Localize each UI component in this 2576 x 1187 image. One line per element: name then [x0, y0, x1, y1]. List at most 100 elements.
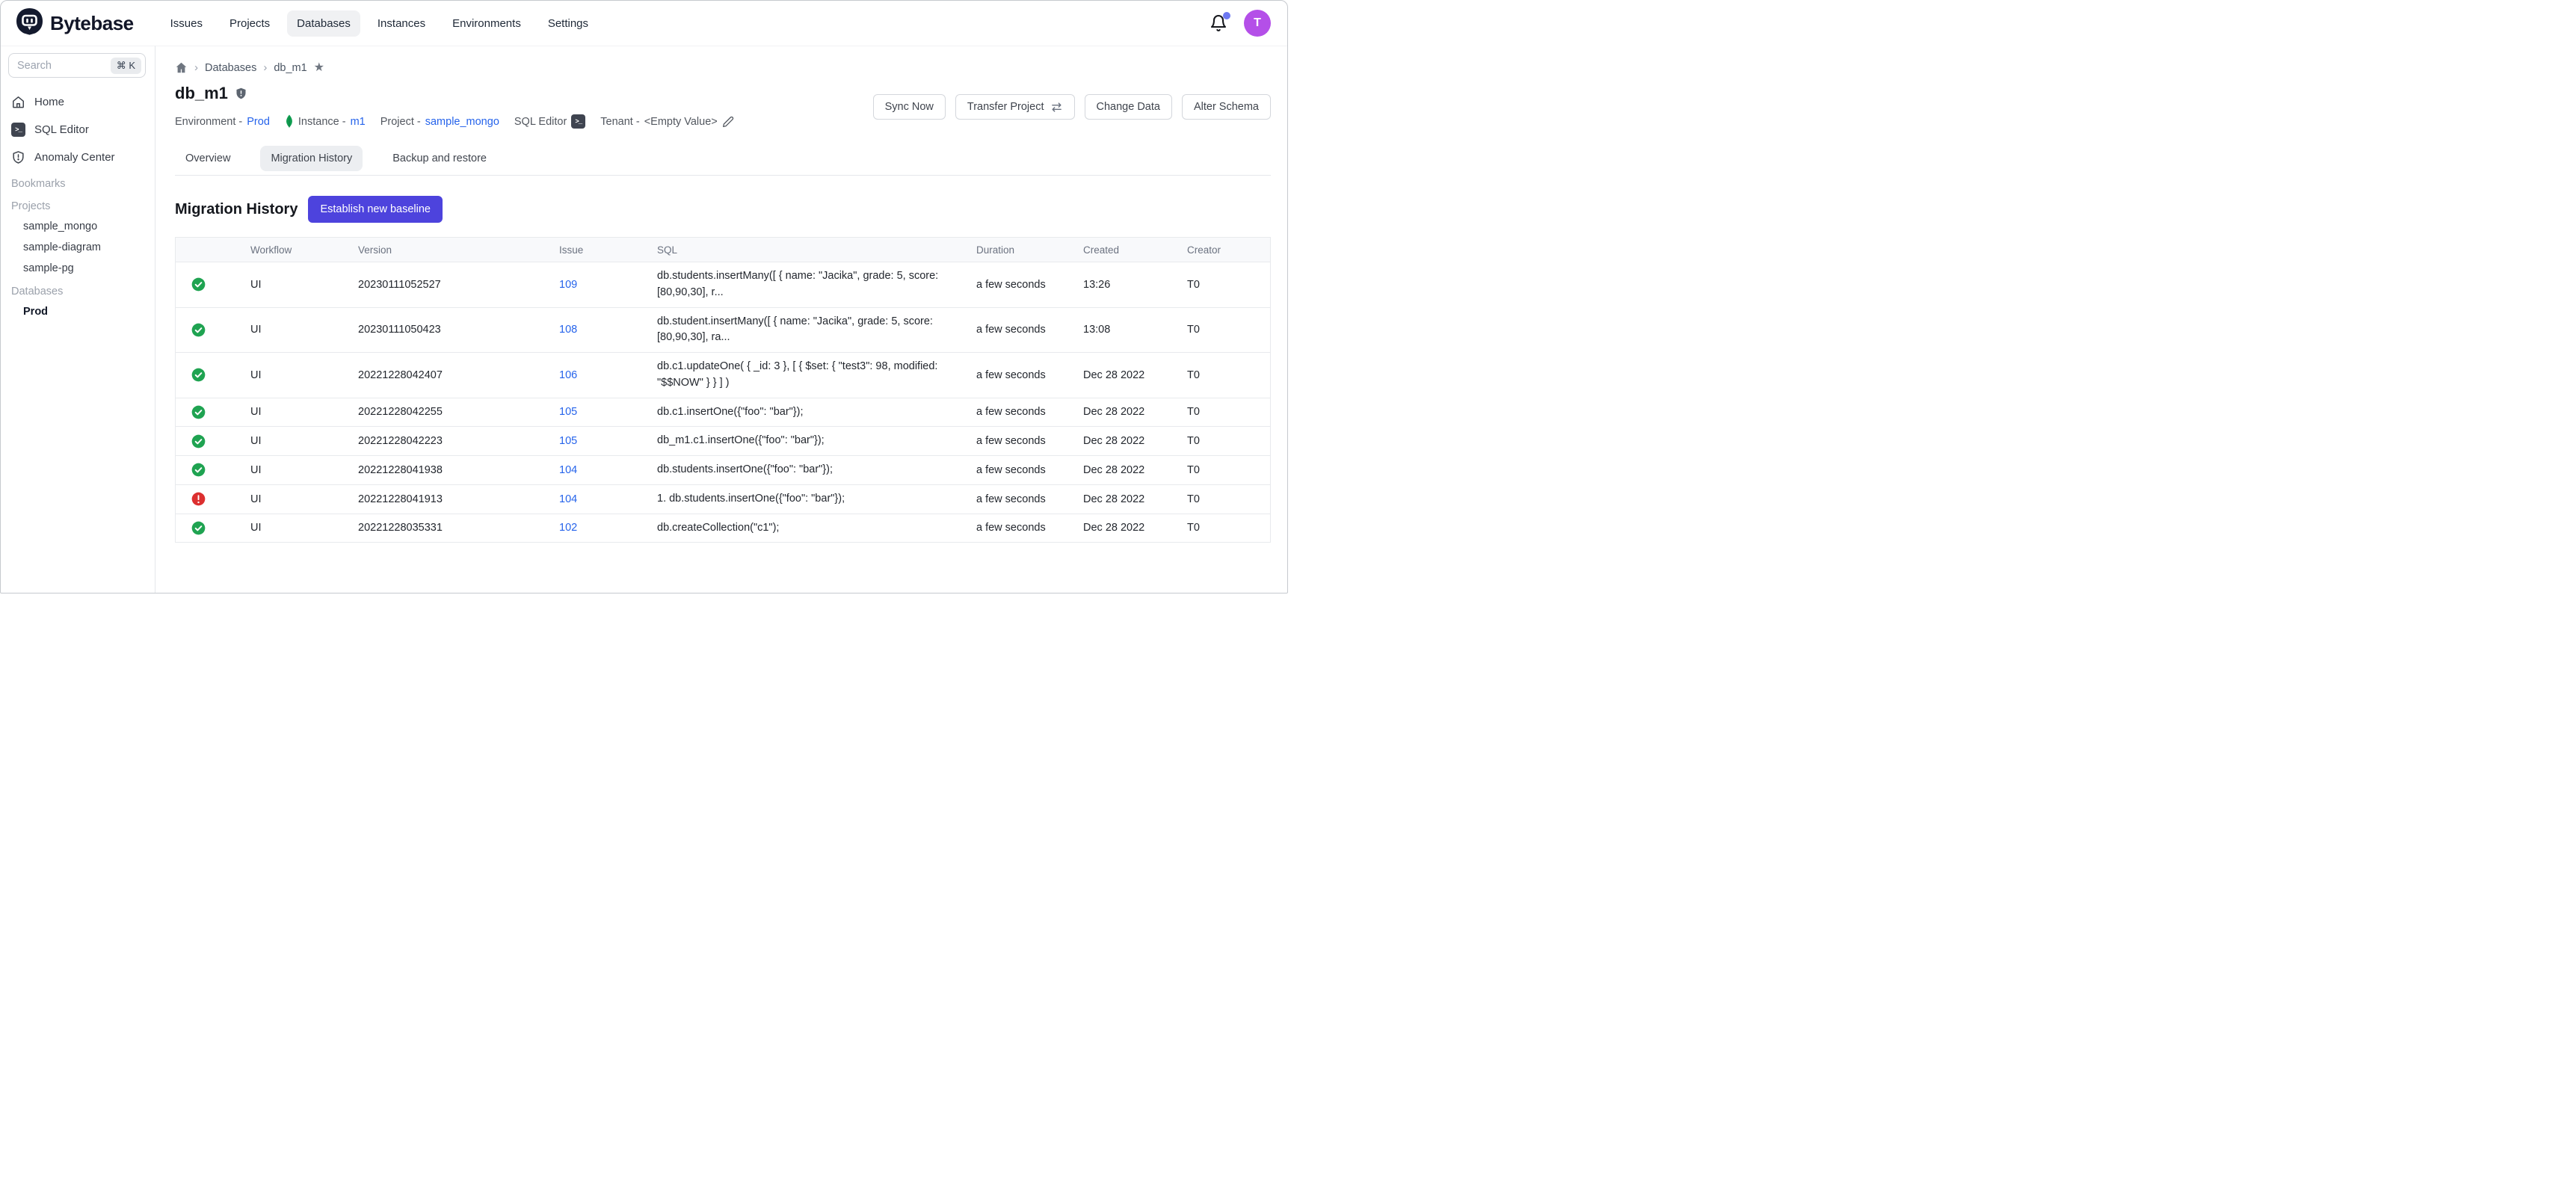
sql-cell: db.c1.updateOne( { _id: 3 }, [ { $set: {…: [657, 353, 976, 398]
table-row[interactable]: UI20221228042255105db.c1.insertOne({"foo…: [176, 398, 1270, 428]
issue-cell: 109: [559, 273, 657, 297]
table-row[interactable]: UI20221228042407106 db.c1.updateOne( { _i…: [176, 353, 1270, 398]
workflow-cell: UI: [250, 363, 358, 387]
notification-dot: [1223, 12, 1230, 19]
check-icon: [191, 323, 206, 337]
sync-now-button[interactable]: Sync Now: [873, 94, 946, 120]
establish-baseline-button[interactable]: Establish new baseline: [308, 196, 443, 223]
bookmark-star-icon[interactable]: ★: [314, 62, 324, 74]
sidebar-item-prod[interactable]: Prod: [1, 301, 155, 322]
sql-cell: 1. db.students.insertOne({"foo": "bar"})…: [657, 485, 976, 514]
col-header-version: Version: [358, 244, 559, 256]
creator-cell: T0: [1187, 273, 1270, 297]
notification-bell-icon[interactable]: [1210, 14, 1227, 32]
tab-backup-and-restore[interactable]: Backup and restore: [382, 146, 497, 171]
table-row[interactable]: UI202212280419131041. db.students.insert…: [176, 485, 1270, 514]
table-row[interactable]: UI20221228035331102db.createCollection("…: [176, 514, 1270, 543]
breadcrumb-databases[interactable]: Databases: [205, 62, 256, 74]
meta-link-sample-mongo[interactable]: sample_mongo: [425, 116, 499, 128]
meta-tenant: Tenant - <Empty Value>: [600, 116, 733, 128]
workflow-cell: UI: [250, 516, 358, 540]
transfer-project-button[interactable]: Transfer Project: [955, 94, 1075, 120]
issue-link[interactable]: 106: [559, 369, 577, 381]
sidebar-item-label: Home: [34, 96, 64, 108]
table-row[interactable]: UI20221228042223105db_m1.c1.insertOne({"…: [176, 427, 1270, 456]
tab-bar: Overview Migration History Backup and rest…: [175, 146, 1271, 176]
breadcrumb-db-m1[interactable]: db_m1: [274, 62, 306, 74]
tab-migration-history[interactable]: Migration History: [260, 146, 363, 171]
table-row[interactable]: UI20230111050423108db.student.insertMany…: [176, 308, 1270, 354]
sidebar-item-anomaly-center[interactable]: Anomaly Center: [1, 144, 155, 171]
col-header-sql: SQL: [657, 244, 976, 256]
duration-cell: a few seconds: [976, 458, 1083, 482]
topnav-item-databases[interactable]: Databases: [287, 10, 360, 37]
issue-link[interactable]: 105: [559, 406, 577, 418]
created-cell: Dec 28 2022: [1083, 516, 1187, 540]
issue-link[interactable]: 104: [559, 493, 577, 505]
creator-cell: T0: [1187, 487, 1270, 511]
table-row[interactable]: UI20221228041938104db.students.insertOne…: [176, 456, 1270, 485]
col-header-creator: Creator: [1187, 244, 1270, 256]
sql-cell: db.students.insertOne({"foo": "bar"});: [657, 456, 976, 484]
sidebar: ⌘ K Home>_SQL EditorAnomaly Center Bookm…: [1, 46, 155, 593]
duration-cell: a few seconds: [976, 400, 1083, 424]
button-label: Sync Now: [885, 101, 934, 113]
breadcrumb: › Databases › db_m1 ★: [175, 61, 1271, 74]
sql-editor-icon[interactable]: >_: [571, 114, 585, 129]
topnav-item-issues[interactable]: Issues: [161, 10, 212, 37]
topnav-item-settings[interactable]: Settings: [538, 10, 598, 37]
meta-label: Tenant -: [600, 116, 639, 128]
issue-link[interactable]: 109: [559, 279, 577, 291]
workflow-cell: UI: [250, 487, 358, 511]
meta-label: Environment -: [175, 116, 242, 128]
sidebar-item-sample-diagram[interactable]: sample-diagram: [1, 237, 155, 258]
status-cell: [176, 399, 250, 425]
creator-cell: T0: [1187, 400, 1270, 424]
meta-link-m1[interactable]: m1: [351, 116, 366, 128]
change-data-button[interactable]: Change Data: [1085, 94, 1172, 120]
button-label: Transfer Project: [967, 101, 1044, 113]
header-left: db_m1 Environment -ProdInstance -m1Proje…: [175, 84, 734, 129]
check-icon: [191, 434, 206, 448]
meta-link-prod[interactable]: Prod: [247, 116, 270, 128]
col-header-created: Created: [1083, 244, 1187, 256]
sql-cell: db_m1.c1.insertOne({"foo": "bar"});: [657, 427, 976, 455]
version-cell: 20221228042407: [358, 363, 559, 387]
meta-label: Instance -: [298, 116, 346, 128]
status-cell: [176, 362, 250, 388]
pencil-icon[interactable]: [722, 116, 734, 128]
alter-schema-button[interactable]: Alter Schema: [1182, 94, 1271, 120]
duration-cell: a few seconds: [976, 363, 1083, 387]
sidebar-item-sql-editor[interactable]: >_SQL Editor: [1, 116, 155, 144]
tab-overview[interactable]: Overview: [175, 146, 241, 171]
col-header-duration: Duration: [976, 244, 1083, 256]
breadcrumb-separator: ›: [263, 61, 267, 74]
bytebase-logo-icon: [16, 7, 43, 39]
meta-label: SQL Editor: [514, 116, 567, 128]
sidebar-item-sample-pg[interactable]: sample-pg: [1, 258, 155, 279]
status-cell: [176, 486, 250, 512]
issue-cell: 105: [559, 429, 657, 453]
shield-icon: [11, 150, 25, 164]
search-box[interactable]: ⌘ K: [8, 53, 146, 78]
bytebase-logo[interactable]: Bytebase: [16, 7, 134, 39]
sidebar-item-label: SQL Editor: [34, 123, 89, 136]
sql-cell: db.createCollection("c1");: [657, 514, 976, 543]
topnav-item-instances[interactable]: Instances: [368, 10, 435, 37]
sidebar-item-sample-mongo[interactable]: sample_mongo: [1, 216, 155, 237]
topnav-item-environments[interactable]: Environments: [443, 10, 531, 37]
issue-link[interactable]: 104: [559, 464, 577, 476]
topnav-item-projects[interactable]: Projects: [220, 10, 280, 37]
duration-cell: a few seconds: [976, 516, 1083, 540]
issue-link[interactable]: 108: [559, 324, 577, 336]
workflow-cell: UI: [250, 273, 358, 297]
avatar[interactable]: T: [1244, 10, 1271, 37]
issue-link[interactable]: 105: [559, 435, 577, 447]
issue-link[interactable]: 102: [559, 522, 577, 534]
search-input[interactable]: [17, 60, 111, 72]
meta-label: Project -: [380, 116, 421, 128]
meta-value: <Empty Value>: [644, 116, 718, 128]
sidebar-item-home[interactable]: Home: [1, 88, 155, 116]
home-icon[interactable]: [175, 61, 188, 74]
table-row[interactable]: UI20230111052527109db.students.insertMan…: [176, 262, 1270, 308]
